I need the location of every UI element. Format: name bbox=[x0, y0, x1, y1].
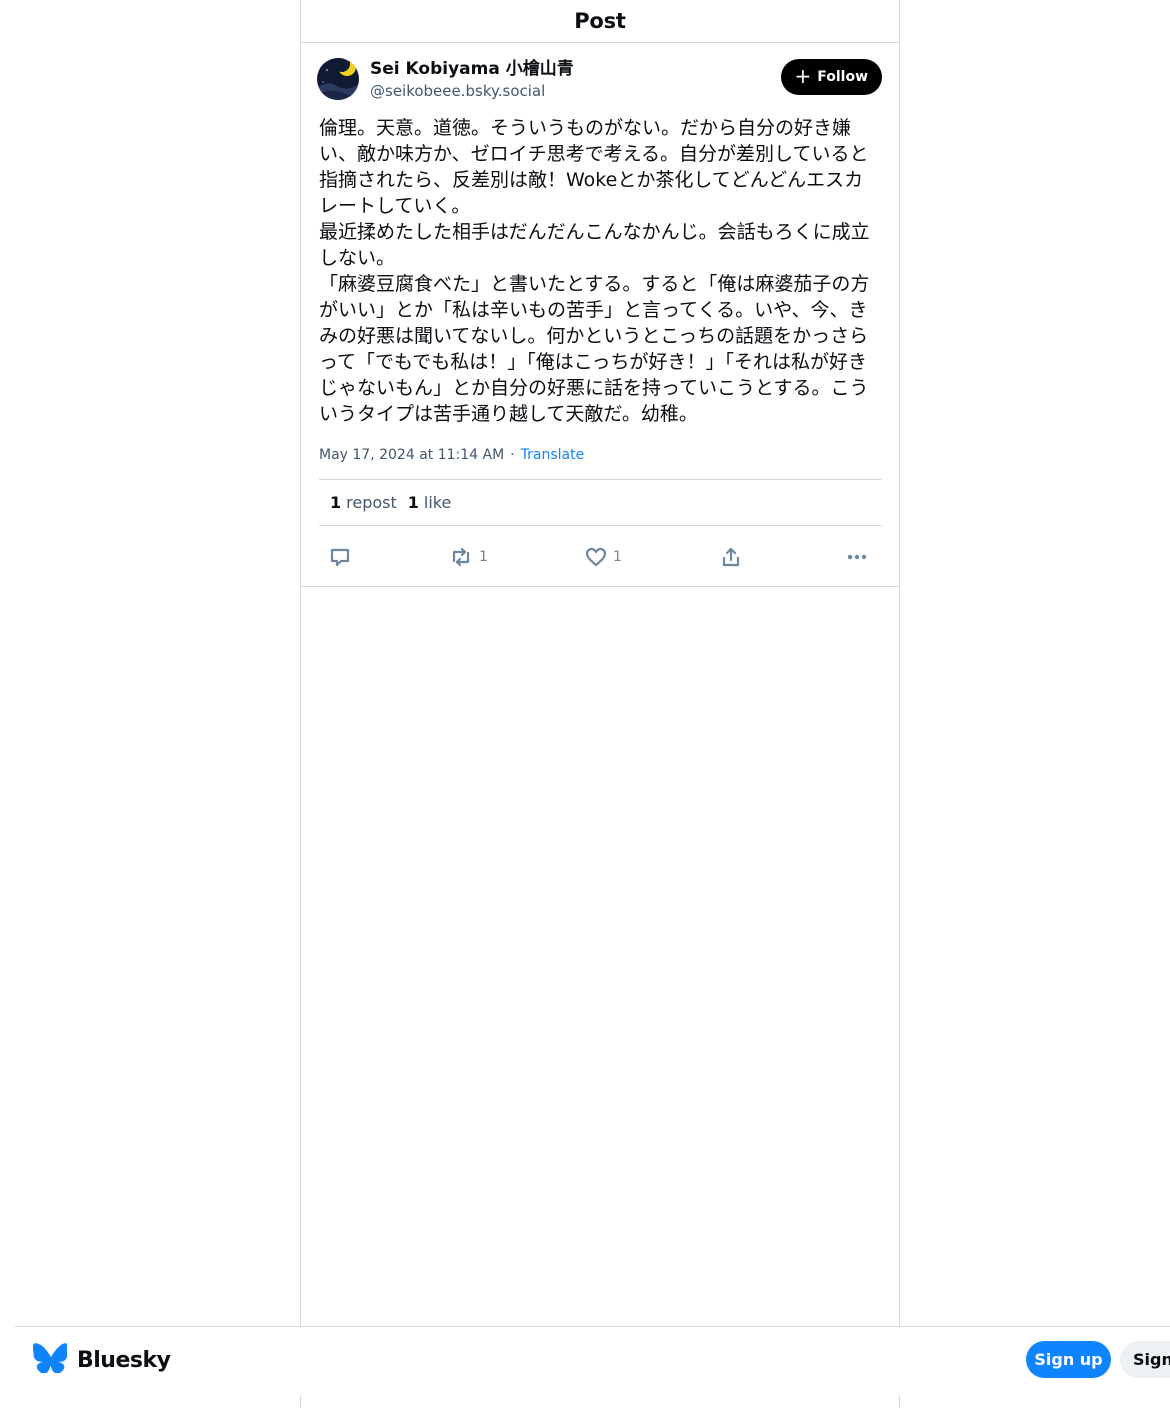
plus-icon: + bbox=[794, 63, 812, 88]
author-display-name[interactable]: Sei Kobiyama 小檜山青 bbox=[370, 58, 574, 80]
repost-button[interactable]: 1 bbox=[449, 546, 488, 568]
meta-separator: · bbox=[510, 447, 515, 463]
repost-count: 1 bbox=[479, 549, 488, 565]
sign-up-button[interactable]: Sign up bbox=[1026, 1341, 1111, 1378]
ellipsis-icon bbox=[846, 546, 868, 568]
bottom-bar: Bluesky Sign up Sign in bbox=[15, 1326, 1170, 1395]
post-meta: May 17, 2024 at 11:14 AM · Translate bbox=[319, 445, 882, 480]
follow-button[interactable]: + Follow bbox=[781, 59, 882, 95]
like-count: 1 bbox=[613, 549, 622, 565]
sign-in-button[interactable]: Sign in bbox=[1120, 1341, 1170, 1378]
likes-stat[interactable]: 1 like bbox=[408, 493, 452, 512]
engagement-stats: 1 repost 1 like bbox=[319, 480, 882, 526]
post-thread-item: Sei Kobiyama 小檜山青 @seikobeee.bsky.social… bbox=[301, 43, 899, 587]
author-handle[interactable]: @seikobeee.bsky.social bbox=[370, 80, 574, 102]
author-names: Sei Kobiyama 小檜山青 @seikobeee.bsky.social bbox=[370, 58, 574, 102]
post-text: 倫理。天意。道徳。そういうものがない。だから自分の好き嫌い、敵か味方か、ゼロイチ… bbox=[319, 117, 870, 425]
column-continuation bbox=[300, 1394, 900, 1408]
brand-name: Bluesky bbox=[77, 1347, 171, 1373]
heart-icon bbox=[585, 546, 607, 568]
likes-label: like bbox=[423, 493, 452, 512]
reposts-label: repost bbox=[346, 493, 397, 512]
likes-count: 1 bbox=[407, 493, 419, 512]
like-button[interactable]: 1 bbox=[585, 546, 622, 568]
share-upload-icon bbox=[720, 546, 742, 568]
page-header: Post bbox=[301, 0, 899, 43]
reply-button[interactable] bbox=[329, 546, 351, 568]
speech-bubble-icon bbox=[329, 546, 351, 568]
brand[interactable]: Bluesky bbox=[33, 1343, 171, 1377]
repost-arrows-icon bbox=[449, 546, 473, 568]
butterfly-logo-icon bbox=[33, 1343, 68, 1377]
follow-button-label: Follow bbox=[817, 69, 868, 85]
share-button[interactable] bbox=[720, 546, 742, 568]
more-options-button[interactable] bbox=[846, 546, 868, 568]
translate-link[interactable]: Translate bbox=[521, 447, 585, 463]
author-row: Sei Kobiyama 小檜山青 @seikobeee.bsky.social… bbox=[317, 43, 882, 113]
post-timestamp: May 17, 2024 at 11:14 AM bbox=[319, 447, 505, 463]
page-title: Post bbox=[574, 9, 626, 33]
main-column: Post Sei Kobiyama 小檜山青 @seikobeee.bsky.s… bbox=[300, 0, 900, 1326]
reposts-count: 1 bbox=[330, 493, 342, 512]
post-actions: 1 1 bbox=[319, 526, 882, 586]
reposts-stat[interactable]: 1 repost bbox=[330, 493, 397, 512]
avatar[interactable] bbox=[317, 58, 359, 100]
